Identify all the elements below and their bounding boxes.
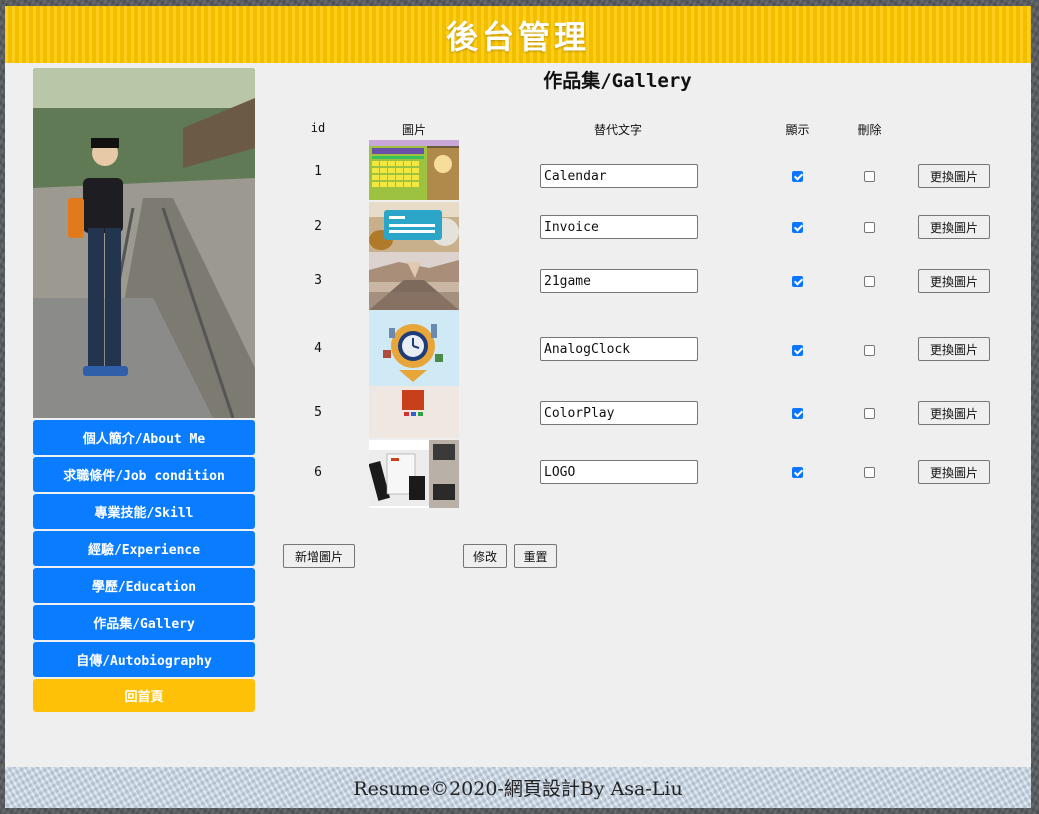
page-frame: 後台管理 個人簡介/About Me 求職條件/Job condition 專業… <box>5 6 1031 808</box>
show-checkbox[interactable] <box>792 345 803 356</box>
alt-text-input[interactable] <box>540 215 698 239</box>
delete-checkbox[interactable] <box>864 408 875 419</box>
column-header-show: 顯示 <box>785 123 810 137</box>
menu-item-gallery[interactable]: 作品集/Gallery <box>33 605 255 640</box>
show-checkbox[interactable] <box>792 408 803 419</box>
replace-image-button[interactable]: 更換圖片 <box>918 337 990 361</box>
thumbnail-image <box>369 386 459 438</box>
show-checkbox[interactable] <box>792 276 803 287</box>
menu-item-education[interactable]: 學歷/Education <box>33 568 255 603</box>
delete-checkbox[interactable] <box>864 222 875 233</box>
show-checkbox[interactable] <box>792 222 803 233</box>
replace-image-button[interactable]: 更換圖片 <box>918 401 990 425</box>
thumbnail-image <box>369 252 459 310</box>
update-button[interactable]: 修改 <box>463 544 507 568</box>
thumbnail-image <box>369 140 459 200</box>
table-row: 6 更換圖片 <box>5 440 1031 508</box>
reset-button[interactable]: 重置 <box>514 544 557 568</box>
row-id: 6 <box>314 465 322 480</box>
section-title: 作品集/Gallery <box>543 70 692 92</box>
page-title: 後台管理 <box>445 17 590 56</box>
delete-checkbox[interactable] <box>864 171 875 182</box>
delete-checkbox[interactable] <box>864 467 875 478</box>
replace-image-button[interactable]: 更換圖片 <box>918 269 990 293</box>
row-id: 3 <box>314 273 322 288</box>
menu-item-experience[interactable]: 經驗/Experience <box>33 531 255 566</box>
alt-text-input[interactable] <box>540 460 698 484</box>
alt-text-input[interactable] <box>540 337 698 361</box>
menu-item-home[interactable]: 回首頁 <box>33 679 255 712</box>
alt-text-input[interactable] <box>540 164 698 188</box>
add-image-button[interactable]: 新增圖片 <box>283 544 355 568</box>
row-id: 1 <box>314 164 322 179</box>
show-checkbox[interactable] <box>792 467 803 478</box>
delete-checkbox[interactable] <box>864 345 875 356</box>
show-checkbox[interactable] <box>792 171 803 182</box>
row-id: 5 <box>314 405 322 420</box>
thumbnail-image <box>369 202 459 252</box>
alt-text-input[interactable] <box>540 401 698 425</box>
replace-image-button[interactable]: 更換圖片 <box>918 460 990 484</box>
thumbnail-image <box>369 310 459 386</box>
row-id: 2 <box>314 219 322 234</box>
column-header-delete: 刪除 <box>857 123 882 137</box>
table-row: 1 更換圖片 <box>5 140 1031 202</box>
table-row: 3 更換圖片 <box>5 252 1031 310</box>
page-footer: Resume©2020-網頁設計By Asa-Liu <box>5 767 1031 808</box>
table-row: 4 更換圖片 <box>5 310 1031 386</box>
row-id: 4 <box>314 341 322 356</box>
column-header-alt: 替代文字 <box>593 123 642 137</box>
replace-image-button[interactable]: 更換圖片 <box>918 215 990 239</box>
table-row: 2 更換圖片 <box>5 202 1031 252</box>
footer-copyright: Resume©2020-網頁設計By Asa-Liu <box>353 778 683 800</box>
delete-checkbox[interactable] <box>864 276 875 287</box>
thumbnail-image <box>369 440 459 508</box>
alt-text-input[interactable] <box>540 269 698 293</box>
column-header-image: 圖片 <box>401 123 426 137</box>
page-header: 後台管理 <box>5 6 1031 63</box>
table-row: 5 更換圖片 <box>5 386 1031 438</box>
menu-item-autobiography[interactable]: 自傳/Autobiography <box>33 642 255 677</box>
column-header-id: id <box>310 121 326 135</box>
replace-image-button[interactable]: 更換圖片 <box>918 164 990 188</box>
